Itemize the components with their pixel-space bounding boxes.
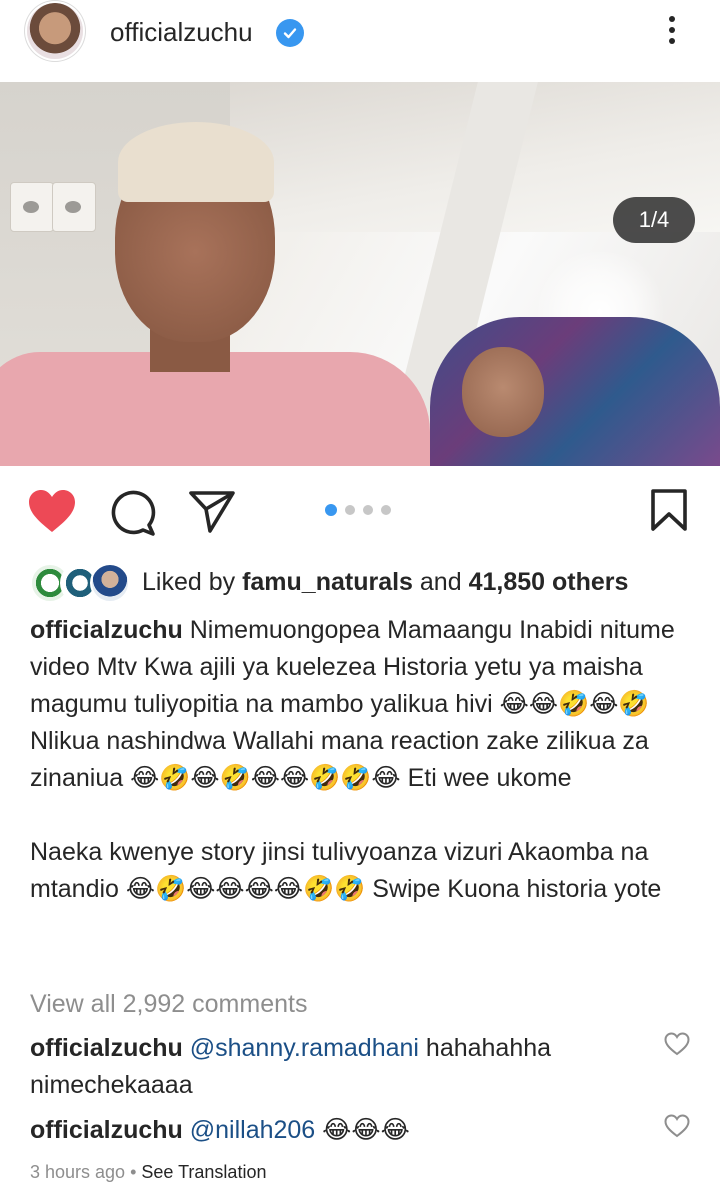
avatar[interactable]	[27, 3, 83, 59]
see-translation-link[interactable]: See Translation	[141, 1162, 266, 1182]
carousel-dot	[381, 505, 391, 515]
post-header: officialzuchu	[0, 0, 720, 82]
heart-icon[interactable]	[27, 488, 77, 534]
person-two-face	[462, 347, 544, 437]
carousel-dot-active	[325, 504, 337, 516]
comment-like-icon[interactable]	[664, 1114, 690, 1138]
likes-count[interactable]: 41,850 others	[469, 568, 629, 596]
post-media[interactable]: 1/4	[0, 82, 720, 466]
share-icon[interactable]	[188, 489, 236, 533]
more-options-icon[interactable]	[661, 12, 683, 52]
comment-username[interactable]: officialzuchu	[30, 1034, 183, 1062]
post-meta: 3 hours ago • See Translation	[30, 1162, 267, 1182]
comment-username[interactable]: officialzuchu	[30, 1116, 183, 1144]
caption: officialzuchu Nimemuongopea Mamaangu Ina…	[30, 612, 700, 908]
carousel-indicator	[325, 504, 391, 516]
header-username[interactable]: officialzuchu	[110, 17, 253, 48]
comment-mention[interactable]: @shanny.ramadhani	[190, 1034, 419, 1062]
comment-text: 😂😂😂	[315, 1116, 410, 1144]
carousel-counter: 1/4	[613, 197, 695, 243]
bookmark-icon[interactable]	[650, 488, 688, 532]
avatar	[90, 563, 130, 603]
comment-item: officialzuchu @shanny.ramadhani hahahahh…	[30, 1030, 650, 1104]
caption-username[interactable]: officialzuchu	[30, 616, 183, 644]
caption-text-2: Naeka kwenye story jinsi tulivyoanza viz…	[30, 838, 662, 903]
liker-avatars	[30, 563, 130, 603]
comment-mention[interactable]: @nillah206	[190, 1116, 315, 1144]
carousel-dot	[363, 505, 373, 515]
carousel-dot	[345, 505, 355, 515]
verified-badge-icon	[276, 19, 304, 47]
likes-row[interactable]: Liked by famu_naturals and 41,850 others	[30, 562, 629, 603]
comment-icon[interactable]	[108, 489, 156, 537]
view-all-comments-link[interactable]: View all 2,992 comments	[30, 990, 307, 1019]
comment-like-icon[interactable]	[664, 1032, 690, 1056]
post-timestamp: 3 hours ago	[30, 1162, 126, 1182]
liker-username[interactable]: famu_naturals	[242, 568, 413, 596]
likes-text: Liked by famu_naturals and 41,850 others	[142, 567, 629, 596]
comment-item: officialzuchu @nillah206 😂😂😂	[30, 1112, 650, 1149]
